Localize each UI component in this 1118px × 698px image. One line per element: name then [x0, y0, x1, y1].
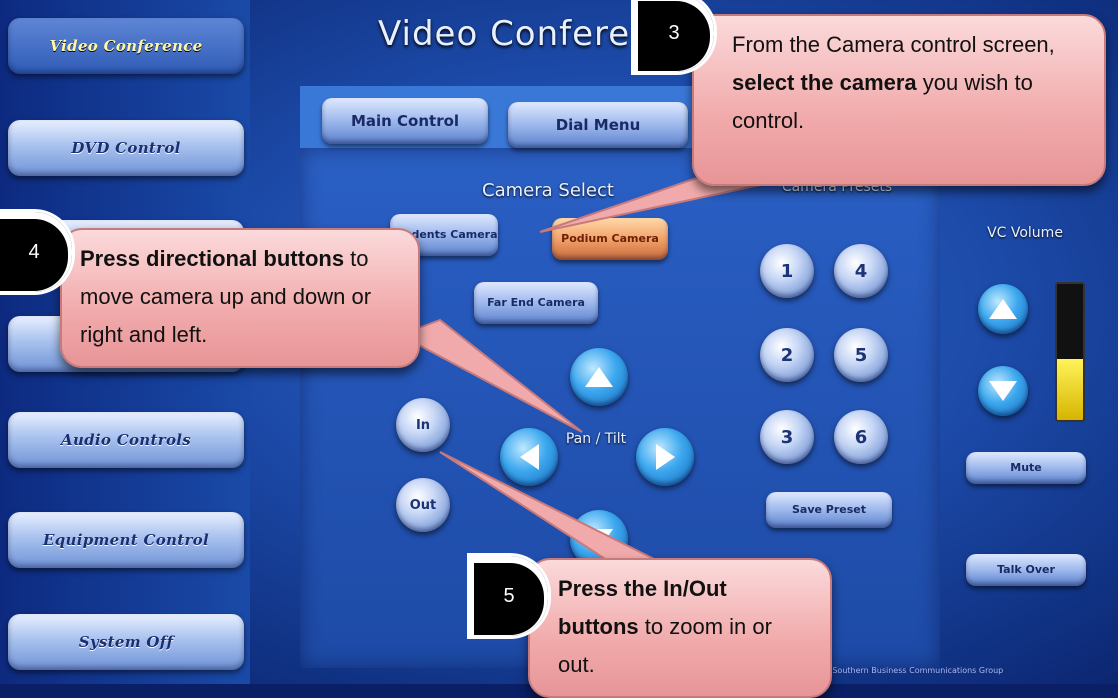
callout-3: From the Camera control screen, select t… — [692, 14, 1106, 186]
save-preset-button[interactable]: Save Preset — [766, 492, 892, 528]
preset-5-button[interactable]: 5 — [834, 328, 888, 382]
arrow-up-icon — [989, 299, 1017, 319]
sidebar-item-label: Equipment Control — [43, 531, 209, 549]
pan-right-button[interactable] — [636, 428, 694, 486]
footer-credit: by Southern Business Communications Grou… — [820, 666, 1004, 675]
tab-dial-menu[interactable]: Dial Menu — [508, 102, 688, 148]
arrow-up-icon — [585, 367, 613, 387]
podium-camera-button[interactable]: Podium Camera — [552, 218, 668, 260]
talk-over-button[interactable]: Talk Over — [966, 554, 1086, 586]
pan-up-button[interactable] — [570, 348, 628, 406]
far-end-camera-button[interactable]: Far End Camera — [474, 282, 598, 324]
callout-3-text: From the Camera control screen, — [732, 32, 1055, 57]
mute-button[interactable]: Mute — [966, 452, 1086, 484]
zoom-in-label: In — [415, 417, 431, 433]
volume-up-button[interactable] — [978, 284, 1028, 334]
volume-down-button[interactable] — [978, 366, 1028, 416]
zoom-out-label: Out — [409, 497, 437, 513]
preset-6-button[interactable]: 6 — [834, 410, 888, 464]
sidebar-item-video-conference[interactable]: Video Conference — [8, 18, 244, 74]
callout-4: Press directional buttons to move camera… — [60, 228, 420, 368]
arrow-left-icon — [519, 444, 539, 470]
step-3-badge: 3 — [634, 0, 714, 72]
preset-2-button[interactable]: 2 — [760, 328, 814, 382]
vc-volume-title: VC Volume — [987, 225, 1063, 241]
arrow-down-icon — [989, 381, 1017, 401]
step-5-badge: 5 — [470, 556, 548, 636]
pan-left-button[interactable] — [500, 428, 558, 486]
sidebar-item-equipment-control[interactable]: Equipment Control — [8, 512, 244, 568]
arrow-down-icon — [585, 529, 613, 549]
camera-select-title: Camera Select — [482, 180, 614, 201]
volume-level-fill — [1057, 358, 1083, 420]
volume-level-bar — [1055, 282, 1085, 422]
arrow-right-icon — [655, 444, 675, 470]
sidebar-item-label: Audio Controls — [61, 431, 191, 449]
pan-tilt-label: Pan / Tilt — [565, 431, 627, 447]
sidebar-item-audio-controls[interactable]: Audio Controls — [8, 412, 244, 468]
sidebar-item-dvd-control[interactable]: DVD Control — [8, 120, 244, 176]
sidebar-item-label: Video Conference — [49, 37, 203, 55]
tab-main-control[interactable]: Main Control — [322, 98, 488, 144]
callout-3-bold: select the camera — [732, 70, 917, 95]
page-title: Video Conferei — [378, 14, 641, 54]
preset-1-button[interactable]: 1 — [760, 244, 814, 298]
sidebar-item-system-off[interactable]: System Off — [8, 614, 244, 670]
callout-5: Press the In/Out buttons to zoom in or o… — [528, 558, 832, 698]
sidebar-item-label: DVD Control — [71, 139, 181, 157]
zoom-out-button[interactable]: Out — [396, 478, 450, 532]
zoom-in-button[interactable]: In — [396, 398, 450, 452]
preset-4-button[interactable]: 4 — [834, 244, 888, 298]
preset-3-button[interactable]: 3 — [760, 410, 814, 464]
sidebar-item-label: System Off — [78, 633, 174, 651]
step-4-badge: 4 — [0, 212, 72, 292]
callout-4-bold: Press directional buttons — [80, 246, 345, 271]
